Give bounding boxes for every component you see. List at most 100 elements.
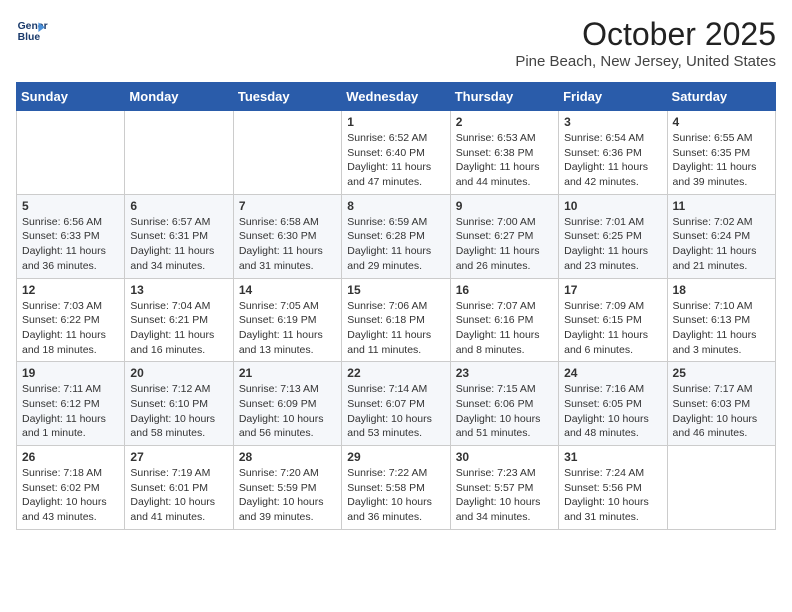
table-row: 20 Sunrise: 7:12 AMSunset: 6:10 PMDayligh… (125, 362, 233, 446)
table-row: 6 Sunrise: 6:57 AMSunset: 6:31 PMDaylight… (125, 194, 233, 278)
day-info: Sunrise: 7:04 AMSunset: 6:21 PMDaylight:… (130, 299, 227, 358)
table-row: 17Sunrise: 7:09 AMSunset: 6:15 PMDayligh… (559, 278, 667, 362)
day-info: Sunrise: 7:17 AMSunset: 6:03 PMDaylight:… (673, 382, 770, 441)
table-row: 31 Sunrise: 7:24 AMSunset: 5:56 PMDayligh… (559, 446, 667, 530)
calendar-week-row: 19 Sunrise: 7:11 AMSunset: 6:12 PMDayligh… (17, 362, 776, 446)
header-saturday: Saturday (667, 83, 775, 111)
table-row: 19 Sunrise: 7:11 AMSunset: 6:12 PMDayligh… (17, 362, 125, 446)
calendar-week-row: 12 Sunrise: 7:03 AMSunset: 6:22 PMDayligh… (17, 278, 776, 362)
table-row: 21 Sunrise: 7:13 AMSunset: 6:09 PMDayligh… (233, 362, 341, 446)
table-row: 25 Sunrise: 7:17 AMSunset: 6:03 PMDayligh… (667, 362, 775, 446)
day-info: Sunrise: 7:00 AMSunset: 6:27 PMDaylight:… (456, 215, 553, 274)
day-number: 20 (130, 366, 227, 380)
day-info: Sunrise: 6:54 AMSunset: 6:36 PMDaylight:… (564, 131, 661, 190)
day-number: 31 (564, 450, 661, 464)
title-block: October 2025 Pine Beach, New Jersey, Uni… (515, 16, 776, 70)
calendar-header-row: Sunday Monday Tuesday Wednesday Thursday… (17, 83, 776, 111)
table-row: 14 Sunrise: 7:05 AMSunset: 6:19 PMDayligh… (233, 278, 341, 362)
day-number: 11 (673, 199, 770, 213)
calendar-week-row: 5Sunrise: 6:56 AMSunset: 6:33 PMDaylight… (17, 194, 776, 278)
table-row: 8 Sunrise: 6:59 AMSunset: 6:28 PMDaylight… (342, 194, 450, 278)
table-row: 4Sunrise: 6:55 AMSunset: 6:35 PMDaylight… (667, 111, 775, 195)
day-info: Sunrise: 7:05 AMSunset: 6:19 PMDaylight:… (239, 299, 336, 358)
day-info: Sunrise: 7:11 AMSunset: 6:12 PMDaylight:… (22, 382, 119, 441)
table-row: 1 Sunrise: 6:52 AMSunset: 6:40 PMDaylight… (342, 111, 450, 195)
day-info: Sunrise: 7:23 AMSunset: 5:57 PMDaylight:… (456, 466, 553, 525)
table-row: 23Sunrise: 7:15 AMSunset: 6:06 PMDayligh… (450, 362, 558, 446)
header-monday: Monday (125, 83, 233, 111)
table-row: 7Sunrise: 6:58 AMSunset: 6:30 PMDaylight… (233, 194, 341, 278)
header-tuesday: Tuesday (233, 83, 341, 111)
svg-text:Blue: Blue (18, 32, 41, 43)
day-number: 5 (22, 199, 119, 213)
table-row: 18 Sunrise: 7:10 AMSunset: 6:13 PMDayligh… (667, 278, 775, 362)
calendar-subtitle: Pine Beach, New Jersey, United States (515, 53, 776, 70)
day-number: 10 (564, 199, 661, 213)
day-info: Sunrise: 6:57 AMSunset: 6:31 PMDaylight:… (130, 215, 227, 274)
table-row: 26Sunrise: 7:18 AMSunset: 6:02 PMDayligh… (17, 446, 125, 530)
table-row (667, 446, 775, 530)
day-number: 18 (673, 283, 770, 297)
day-info: Sunrise: 7:12 AMSunset: 6:10 PMDaylight:… (130, 382, 227, 441)
day-info: Sunrise: 7:20 AMSunset: 5:59 PMDaylight:… (239, 466, 336, 525)
day-number: 6 (130, 199, 227, 213)
table-row (233, 111, 341, 195)
logo: General Blue (16, 16, 48, 48)
header-sunday: Sunday (17, 83, 125, 111)
day-info: Sunrise: 6:55 AMSunset: 6:35 PMDaylight:… (673, 131, 770, 190)
day-number: 28 (239, 450, 336, 464)
table-row: 12 Sunrise: 7:03 AMSunset: 6:22 PMDayligh… (17, 278, 125, 362)
table-row: 30 Sunrise: 7:23 AMSunset: 5:57 PMDayligh… (450, 446, 558, 530)
table-row: 13Sunrise: 7:04 AMSunset: 6:21 PMDayligh… (125, 278, 233, 362)
day-number: 17 (564, 283, 661, 297)
calendar-week-row: 1 Sunrise: 6:52 AMSunset: 6:40 PMDaylight… (17, 111, 776, 195)
header-thursday: Thursday (450, 83, 558, 111)
table-row: 27Sunrise: 7:19 AMSunset: 6:01 PMDayligh… (125, 446, 233, 530)
day-info: Sunrise: 7:06 AMSunset: 6:18 PMDaylight:… (347, 299, 444, 358)
day-number: 14 (239, 283, 336, 297)
day-number: 15 (347, 283, 444, 297)
table-row: 10 Sunrise: 7:01 AMSunset: 6:25 PMDayligh… (559, 194, 667, 278)
header-friday: Friday (559, 83, 667, 111)
day-number: 8 (347, 199, 444, 213)
day-info: Sunrise: 6:52 AMSunset: 6:40 PMDaylight:… (347, 131, 444, 190)
day-number: 27 (130, 450, 227, 464)
table-row: 29Sunrise: 7:22 AMSunset: 5:58 PMDayligh… (342, 446, 450, 530)
day-number: 19 (22, 366, 119, 380)
table-row (17, 111, 125, 195)
calendar-title: October 2025 (515, 16, 776, 53)
day-info: Sunrise: 7:14 AMSunset: 6:07 PMDaylight:… (347, 382, 444, 441)
table-row: 9Sunrise: 7:00 AMSunset: 6:27 PMDaylight… (450, 194, 558, 278)
day-number: 22 (347, 366, 444, 380)
day-number: 16 (456, 283, 553, 297)
day-info: Sunrise: 6:53 AMSunset: 6:38 PMDaylight:… (456, 131, 553, 190)
day-number: 1 (347, 115, 444, 129)
day-number: 12 (22, 283, 119, 297)
page-header: General Blue October 2025 Pine Beach, Ne… (16, 16, 776, 70)
day-info: Sunrise: 6:59 AMSunset: 6:28 PMDaylight:… (347, 215, 444, 274)
day-number: 21 (239, 366, 336, 380)
table-row: 5Sunrise: 6:56 AMSunset: 6:33 PMDaylight… (17, 194, 125, 278)
day-number: 24 (564, 366, 661, 380)
day-number: 3 (564, 115, 661, 129)
table-row: 11Sunrise: 7:02 AMSunset: 6:24 PMDayligh… (667, 194, 775, 278)
day-info: Sunrise: 7:07 AMSunset: 6:16 PMDaylight:… (456, 299, 553, 358)
calendar-week-row: 26Sunrise: 7:18 AMSunset: 6:02 PMDayligh… (17, 446, 776, 530)
day-info: Sunrise: 7:01 AMSunset: 6:25 PMDaylight:… (564, 215, 661, 274)
day-info: Sunrise: 7:16 AMSunset: 6:05 PMDaylight:… (564, 382, 661, 441)
day-number: 2 (456, 115, 553, 129)
day-info: Sunrise: 7:15 AMSunset: 6:06 PMDaylight:… (456, 382, 553, 441)
table-row: 28 Sunrise: 7:20 AMSunset: 5:59 PMDayligh… (233, 446, 341, 530)
day-info: Sunrise: 7:24 AMSunset: 5:56 PMDaylight:… (564, 466, 661, 525)
day-info: Sunrise: 7:10 AMSunset: 6:13 PMDaylight:… (673, 299, 770, 358)
day-number: 30 (456, 450, 553, 464)
table-row: 22 Sunrise: 7:14 AMSunset: 6:07 PMDayligh… (342, 362, 450, 446)
day-number: 25 (673, 366, 770, 380)
table-row: 2 Sunrise: 6:53 AMSunset: 6:38 PMDaylight… (450, 111, 558, 195)
calendar-table: Sunday Monday Tuesday Wednesday Thursday… (16, 82, 776, 530)
day-info: Sunrise: 7:13 AMSunset: 6:09 PMDaylight:… (239, 382, 336, 441)
day-info: Sunrise: 7:03 AMSunset: 6:22 PMDaylight:… (22, 299, 119, 358)
table-row: 3 Sunrise: 6:54 AMSunset: 6:36 PMDaylight… (559, 111, 667, 195)
day-info: Sunrise: 7:18 AMSunset: 6:02 PMDaylight:… (22, 466, 119, 525)
day-number: 7 (239, 199, 336, 213)
